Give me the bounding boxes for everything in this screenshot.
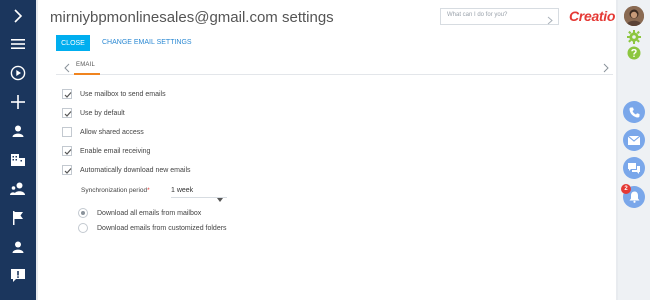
chevron-right-icon[interactable] bbox=[603, 60, 609, 78]
help-icon[interactable] bbox=[627, 46, 641, 65]
change-email-settings-button[interactable]: CHANGE EMAIL SETTINGS bbox=[102, 39, 192, 46]
phone-icon bbox=[629, 107, 639, 117]
tab-email[interactable]: EMAIL bbox=[76, 62, 95, 68]
sync-period-select[interactable]: 1 week bbox=[171, 185, 227, 202]
left-nav bbox=[0, 0, 36, 300]
auto-download-label: Automatically download new emails bbox=[80, 166, 191, 174]
use-by-default-label: Use by default bbox=[80, 109, 125, 117]
expand-chevron-icon[interactable] bbox=[0, 1, 36, 30]
add-icon[interactable] bbox=[0, 87, 36, 116]
bell-icon bbox=[629, 191, 639, 203]
search-placeholder: What can I do for you? bbox=[447, 12, 508, 18]
contact-icon[interactable] bbox=[0, 116, 36, 145]
tab-bar: EMAIL bbox=[56, 58, 613, 75]
page-title: mirniybpmonlinesales@gmail.com settings bbox=[50, 9, 334, 26]
envelope-icon bbox=[628, 135, 640, 145]
download-all-label: Download all emails from mailbox bbox=[97, 209, 202, 217]
allow-shared-access-label: Allow shared access bbox=[80, 128, 144, 136]
required-mark: * bbox=[147, 187, 150, 194]
users-group-icon[interactable] bbox=[0, 174, 36, 203]
menu-icon[interactable] bbox=[0, 29, 36, 58]
option-auto-download[interactable]: Automatically download new emails bbox=[62, 164, 191, 176]
profile-icon[interactable] bbox=[0, 232, 36, 261]
option-allow-shared-access[interactable]: Allow shared access bbox=[62, 126, 144, 138]
right-panel: 2 bbox=[618, 0, 650, 300]
radio-download-custom[interactable]: Download emails from customized folders bbox=[78, 222, 227, 234]
accounts-building-icon[interactable] bbox=[0, 145, 36, 174]
app-window: mirniybpmonlinesales@gmail.com settings … bbox=[0, 0, 650, 300]
alert-message-icon[interactable] bbox=[0, 261, 36, 290]
use-mailbox-checkbox[interactable] bbox=[62, 89, 72, 99]
user-avatar[interactable] bbox=[624, 6, 644, 26]
option-enable-email-receiving[interactable]: Enable email receiving bbox=[62, 145, 150, 157]
chat-button[interactable] bbox=[623, 157, 645, 179]
play-icon[interactable] bbox=[0, 58, 36, 87]
enable-email-receiving-label: Enable email receiving bbox=[80, 147, 151, 155]
notification-count-badge: 2 bbox=[621, 184, 631, 194]
use-by-default-checkbox[interactable] bbox=[62, 108, 72, 118]
option-use-mailbox-to-send[interactable]: Use mailbox to send emails bbox=[62, 88, 166, 100]
active-tab-indicator bbox=[74, 73, 100, 75]
radio-download-all[interactable]: Download all emails from mailbox bbox=[78, 207, 201, 219]
close-button[interactable]: CLOSE bbox=[56, 35, 90, 51]
sync-period-text: Synchronization period bbox=[81, 187, 148, 194]
download-custom-radio[interactable] bbox=[78, 223, 88, 233]
option-use-by-default[interactable]: Use by default bbox=[62, 107, 125, 119]
enable-email-receiving-checkbox[interactable] bbox=[62, 146, 72, 156]
sync-period-label: Synchronization period* bbox=[81, 187, 150, 194]
sync-period-value: 1 week bbox=[171, 187, 194, 194]
allow-shared-access-checkbox[interactable] bbox=[62, 127, 72, 137]
search-chevron-icon[interactable] bbox=[547, 12, 553, 30]
use-mailbox-label: Use mailbox to send emails bbox=[80, 90, 166, 98]
download-all-radio[interactable] bbox=[78, 208, 88, 218]
radio-selected-dot bbox=[81, 211, 85, 215]
settings-panel: mirniybpmonlinesales@gmail.com settings … bbox=[38, 0, 616, 300]
brand-logo: Creatio bbox=[569, 8, 616, 24]
chat-icon bbox=[628, 162, 640, 174]
flag-icon[interactable] bbox=[0, 203, 36, 232]
chevron-left-icon[interactable] bbox=[64, 60, 70, 78]
search-box[interactable]: What can I do for you? bbox=[440, 8, 559, 25]
auto-download-checkbox[interactable] bbox=[62, 165, 72, 175]
email-button[interactable] bbox=[623, 129, 645, 151]
caret-down-icon[interactable] bbox=[217, 189, 223, 207]
download-custom-label: Download emails from customized folders bbox=[97, 224, 227, 232]
phone-call-button[interactable] bbox=[623, 101, 645, 123]
